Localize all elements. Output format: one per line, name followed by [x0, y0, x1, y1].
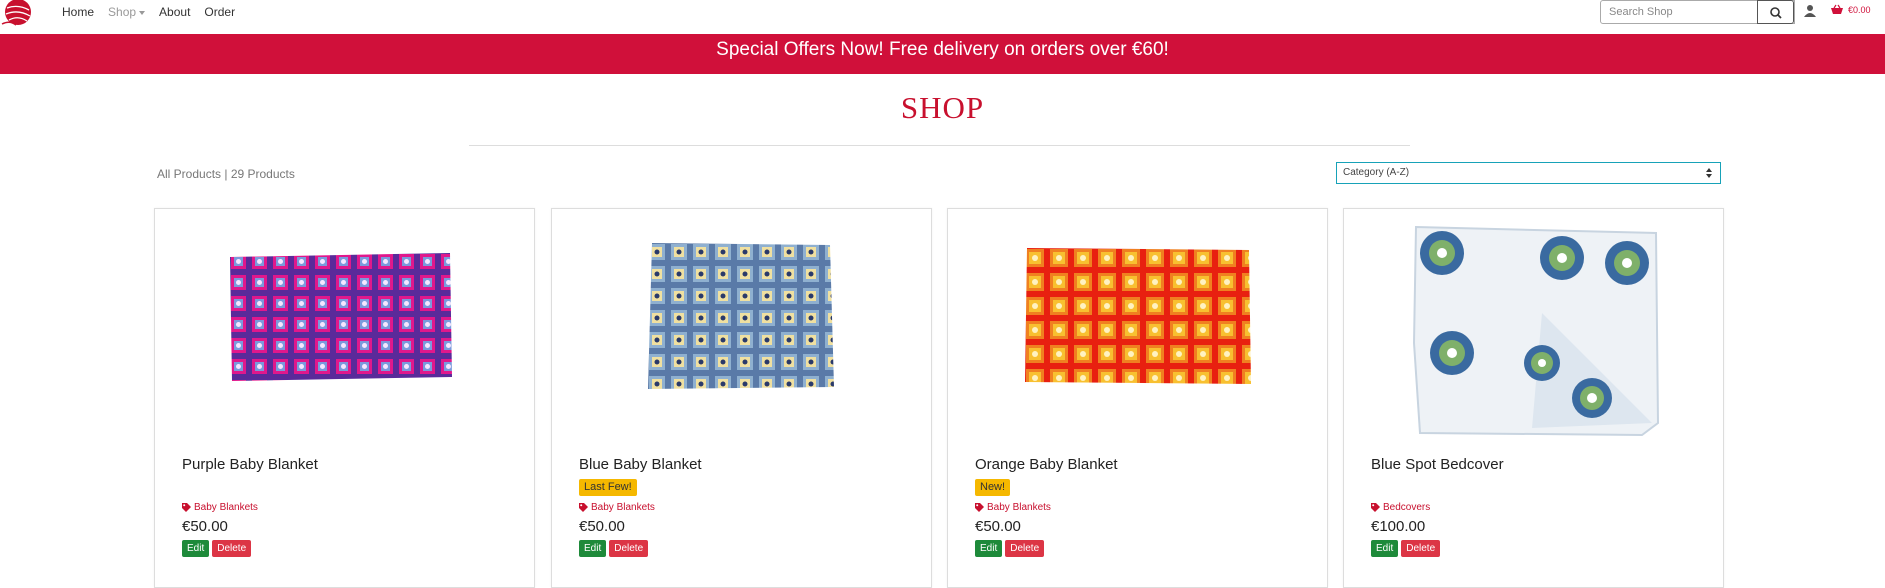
cart-link[interactable]: €0.00 — [1830, 4, 1871, 15]
product-card: Purple Baby Blanket Baby Blankets €50.00… — [154, 208, 535, 588]
product-category[interactable]: Baby Blankets — [182, 502, 258, 513]
tag-icon — [579, 503, 588, 512]
navbar: Home Shop About Order €0.00 — [0, 0, 1885, 34]
product-category[interactable]: Baby Blankets — [975, 502, 1051, 513]
delete-button[interactable]: Delete — [1005, 540, 1045, 557]
edit-button[interactable]: Edit — [182, 540, 210, 557]
product-price: €100.00 — [1371, 518, 1426, 535]
page-title: SHOP — [900, 90, 985, 125]
nav-home[interactable]: Home — [55, 5, 101, 19]
tag-icon — [182, 503, 191, 512]
new-badge: New! — [975, 479, 1011, 496]
product-image[interactable] — [646, 241, 836, 391]
category-label: Baby Blankets — [987, 502, 1051, 513]
nav-shop-label: Shop — [108, 5, 137, 19]
delete-button[interactable]: Delete — [1401, 540, 1441, 557]
product-card: Blue Spot Bedcover Bedcovers €100.00 Edi… — [1343, 208, 1724, 588]
divider — [469, 145, 1410, 146]
offer-banner: Special Offers Now! Free delivery on ord… — [0, 34, 1885, 74]
admin-actions: Edit Delete — [1371, 540, 1441, 557]
admin-actions: Edit Delete — [579, 540, 649, 557]
admin-actions: Edit Delete — [975, 540, 1045, 557]
delete-button[interactable]: Delete — [609, 540, 649, 557]
product-card: Blue Baby Blanket Last Few! Baby Blanket… — [551, 208, 932, 588]
count-separator: | — [221, 167, 231, 181]
edit-button[interactable]: Edit — [579, 540, 607, 557]
product-card: Orange Baby Blanket New! Baby Blankets €… — [947, 208, 1328, 588]
user-icon[interactable] — [1803, 4, 1817, 18]
edit-button[interactable]: Edit — [975, 540, 1003, 557]
sort-select[interactable]: Category (A-Z) — [1336, 162, 1721, 184]
search-button[interactable] — [1757, 0, 1794, 24]
main-nav: Home Shop About Order — [55, 5, 242, 19]
stock-badge: Last Few! — [579, 479, 637, 496]
product-name[interactable]: Blue Spot Bedcover — [1371, 456, 1504, 473]
sort-arrows-icon — [1706, 168, 1712, 178]
category-label: Bedcovers — [1383, 502, 1431, 513]
product-image[interactable] — [1412, 223, 1660, 437]
nav-shop-dropdown[interactable]: Shop — [101, 5, 152, 19]
product-count: All Products | 29 Products — [157, 167, 295, 181]
product-image[interactable] — [1023, 246, 1253, 386]
product-name[interactable]: Purple Baby Blanket — [182, 456, 318, 473]
product-price: €50.00 — [579, 518, 625, 535]
product-name[interactable]: Orange Baby Blanket — [975, 456, 1118, 473]
admin-actions: Edit Delete — [182, 540, 252, 557]
shopping-basket-icon — [1831, 4, 1843, 14]
chevron-down-icon — [139, 10, 146, 15]
tag-icon — [975, 503, 984, 512]
product-price: €50.00 — [182, 518, 228, 535]
all-products-link[interactable]: All Products — [157, 167, 221, 181]
product-category[interactable]: Baby Blankets — [579, 502, 655, 513]
product-image[interactable] — [228, 251, 453, 381]
edit-button[interactable]: Edit — [1371, 540, 1399, 557]
category-label: Baby Blankets — [194, 502, 258, 513]
nav-about[interactable]: About — [152, 5, 197, 19]
tag-icon — [1371, 503, 1380, 512]
sort-selected-value: Category (A-Z) — [1343, 167, 1410, 178]
category-label: Baby Blankets — [591, 502, 655, 513]
delete-button[interactable]: Delete — [212, 540, 252, 557]
offer-banner-text: Special Offers Now! Free delivery on ord… — [716, 39, 1169, 60]
search-icon — [1770, 7, 1782, 19]
nav-order[interactable]: Order — [197, 5, 242, 19]
product-name[interactable]: Blue Baby Blanket — [579, 456, 702, 473]
cart-total: €0.00 — [1848, 4, 1871, 15]
product-count-value: 29 Products — [230, 167, 295, 181]
product-price: €50.00 — [975, 518, 1021, 535]
yarn-logo-icon[interactable] — [0, 0, 38, 26]
product-category[interactable]: Bedcovers — [1371, 502, 1430, 513]
